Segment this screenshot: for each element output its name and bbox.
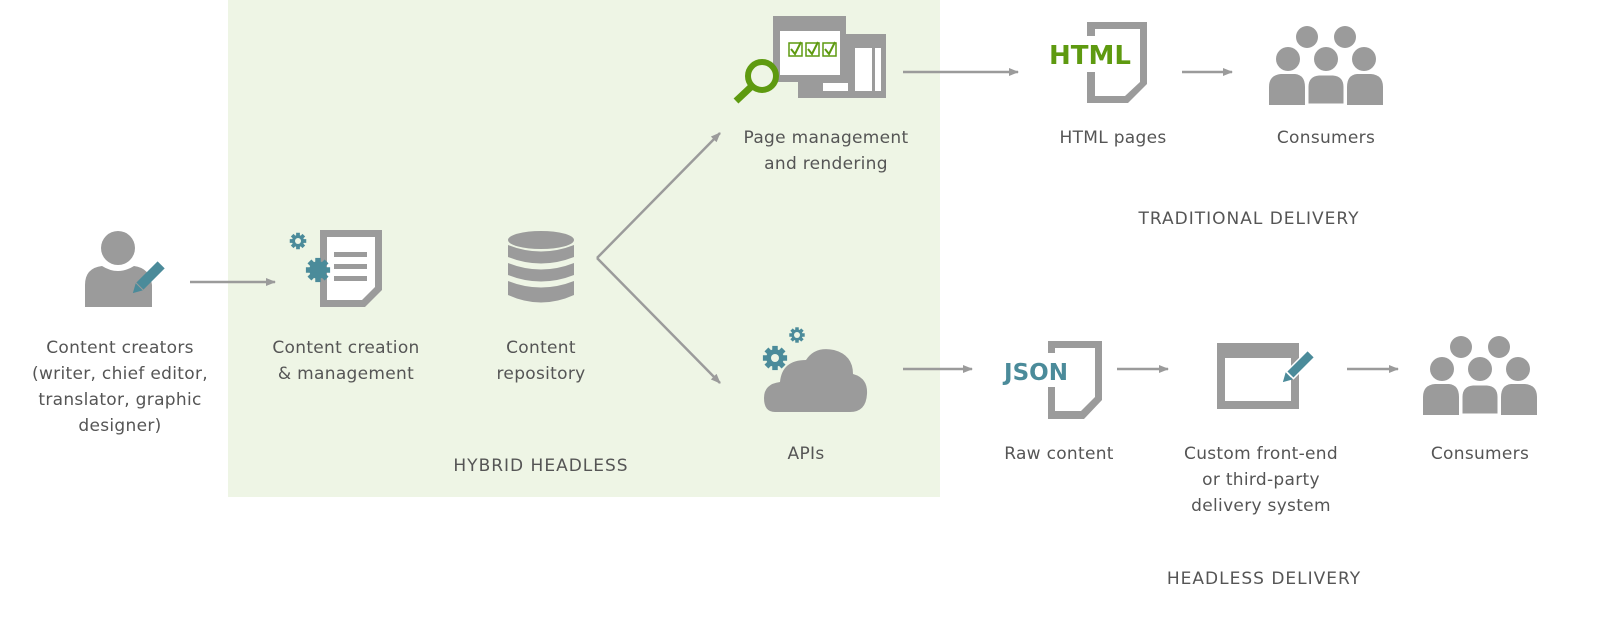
html-document-icon: HTML: [1049, 22, 1147, 103]
label-content-creators: Content creators (writer, chief editor, …: [32, 338, 208, 436]
label-consumers-top: Consumers: [1276, 128, 1376, 148]
arrow-repo-to-page-mgmt: [596, 132, 721, 259]
people-group-icon: [1421, 334, 1539, 417]
people-group-icon: [1267, 24, 1385, 107]
label-consumers-bottom: Consumers: [1430, 444, 1530, 464]
label-content-repository: Content repository: [496, 338, 586, 384]
label-content-creation: Content creation & management: [272, 338, 420, 384]
label-raw-content: Raw content: [1004, 444, 1114, 464]
section-traditional-delivery: TRADITIONAL DELIVERY: [1138, 209, 1360, 229]
json-document-icon: JSON: [998, 341, 1102, 419]
database-icon: [508, 231, 574, 303]
html-icon-text: HTML: [1049, 41, 1131, 71]
label-apis: APIs: [787, 444, 825, 464]
arrow-repo-to-apis: [596, 257, 721, 384]
windows-magnifier-icon: [733, 16, 886, 104]
section-hybrid-headless: HYBRID HEADLESS: [453, 456, 629, 476]
label-page-management: Page management and rendering: [743, 128, 909, 174]
json-icon-text: JSON: [1002, 360, 1068, 386]
section-headless-delivery: HEADLESS DELIVERY: [1166, 569, 1362, 589]
diagram-canvas: HTML JSON: [85, 16, 1539, 419]
label-html-pages: HTML pages: [1059, 128, 1167, 148]
gears-document-icon: [289, 230, 382, 307]
person-pencil-icon: [85, 231, 165, 307]
window-pencil-icon: [1217, 343, 1316, 409]
label-frontend: Custom front-end or third-party delivery…: [1184, 444, 1338, 516]
cloud-gears-icon: [762, 327, 868, 412]
